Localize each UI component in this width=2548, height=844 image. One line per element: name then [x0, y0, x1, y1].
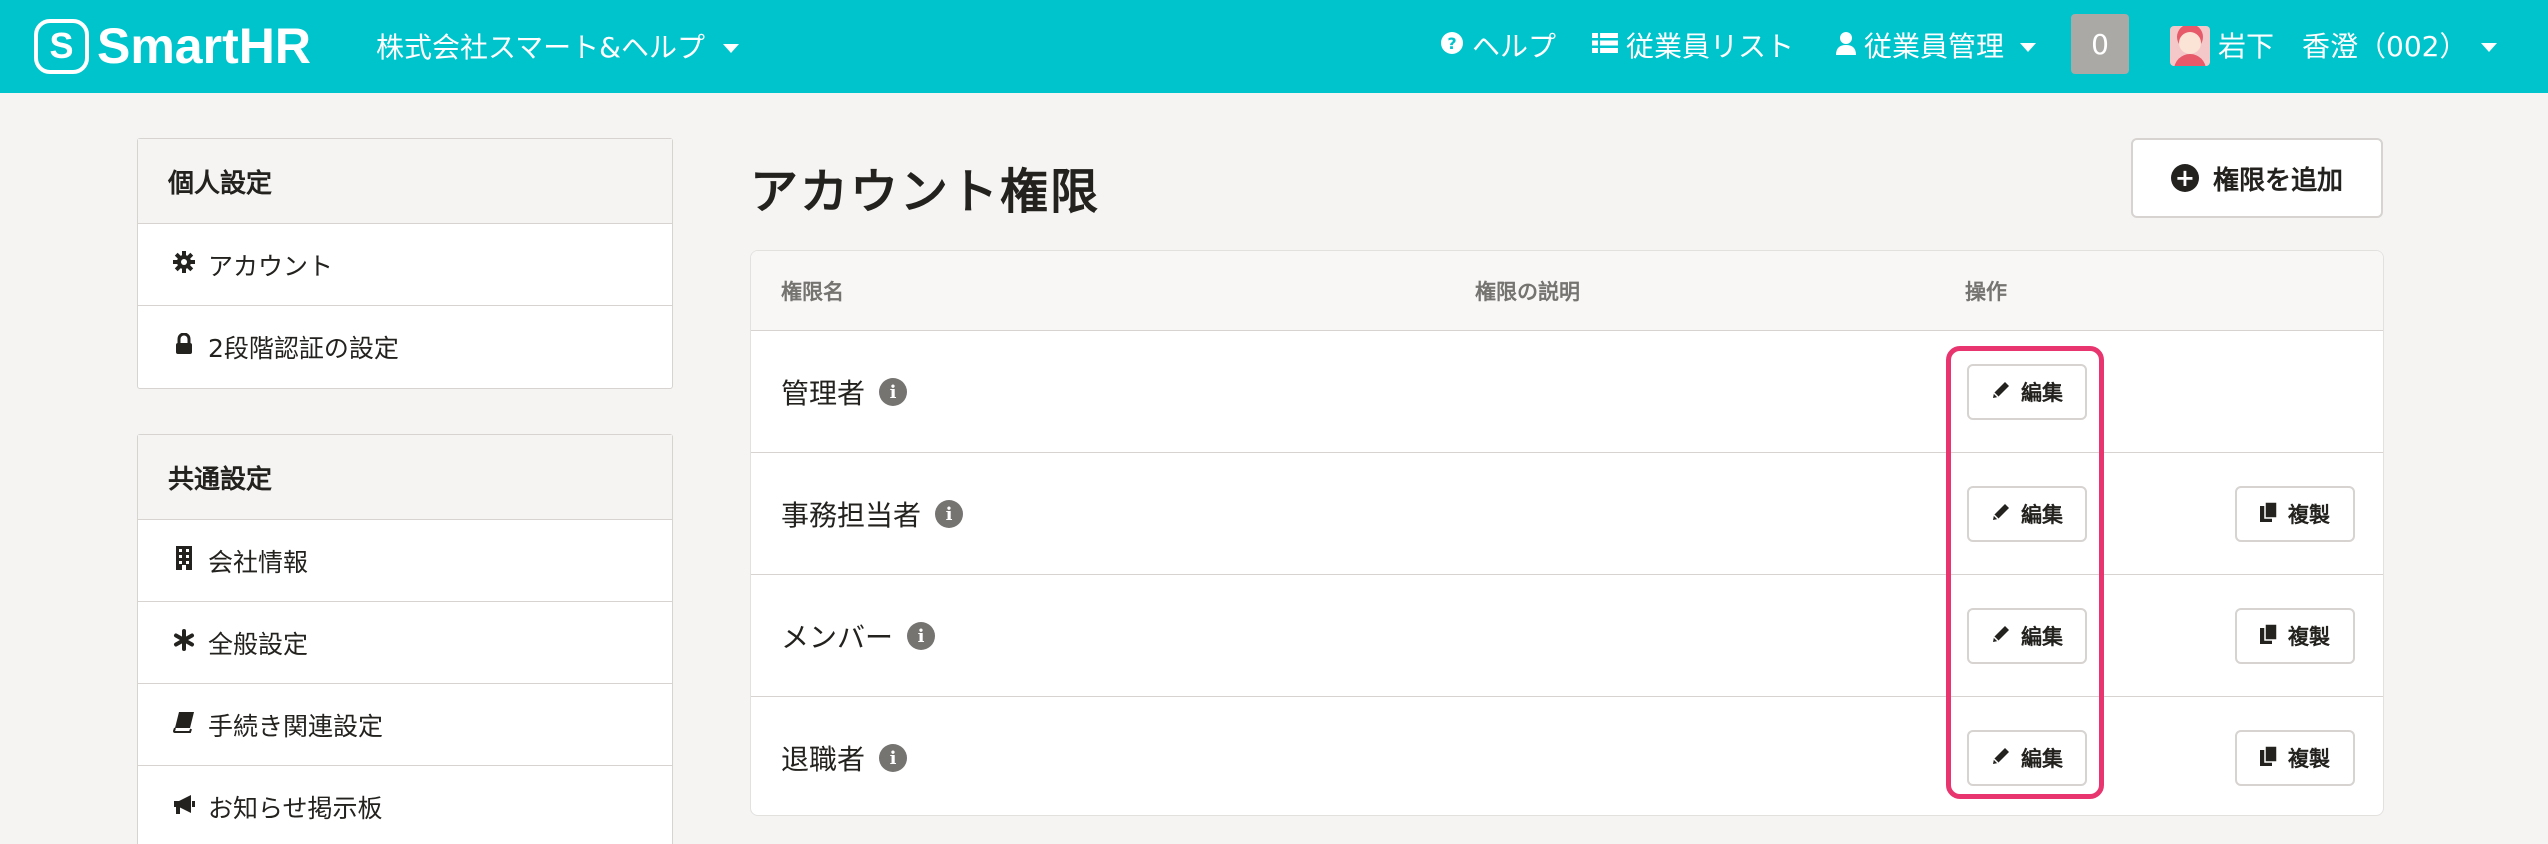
role-name: メンバー: [781, 621, 894, 654]
edit-button[interactable]: 編集: [1967, 730, 2087, 786]
sidebar-item-label: 全般設定: [208, 629, 309, 659]
page-title: アカウント権限: [750, 164, 1101, 220]
personal-settings-panel: 個人設定 アカウント 2段階認証の設定: [137, 138, 673, 389]
pencil-icon: [1991, 746, 2011, 771]
column-header-description: 権限の説明: [1475, 280, 1580, 304]
role-name: 退職者: [781, 743, 866, 776]
edit-button[interactable]: 編集: [1967, 608, 2087, 664]
employee-manage-menu[interactable]: 従業員管理: [1836, 24, 2037, 66]
chevron-down-icon: [2020, 42, 2037, 52]
pencil-icon: [1991, 624, 2011, 649]
copy-label: 複製: [2288, 503, 2330, 527]
sidebar-item-account[interactable]: アカウント: [138, 224, 672, 306]
top-header: SmartHR 株式会社スマート&ヘルプ ? ヘルプ 従業員リスト 従業員管理 …: [0, 0, 2548, 93]
copy-label: 複製: [2288, 747, 2330, 771]
company-name: 株式会社スマート&ヘルプ: [376, 31, 705, 64]
smarthr-logo[interactable]: SmartHR: [34, 18, 311, 74]
building-icon: [172, 545, 196, 576]
add-permission-label: 権限を追加: [2212, 165, 2343, 196]
chevron-down-icon: [2481, 42, 2498, 52]
question-circle-icon: ?: [1440, 31, 1464, 60]
info-icon[interactable]: i: [935, 500, 964, 528]
table-header: 権限名 権限の説明 操作: [751, 251, 2383, 331]
user-icon: [1836, 31, 1856, 60]
book-icon: [172, 711, 196, 739]
list-icon: [1592, 32, 1618, 59]
copy-icon: [2260, 622, 2278, 649]
help-label: ヘルプ: [1472, 30, 1557, 63]
edit-label: 編集: [2021, 503, 2063, 527]
role-name-cell: 事務担当者 i: [781, 453, 964, 575]
copy-label: 複製: [2288, 625, 2330, 649]
help-link[interactable]: ? ヘルプ: [1440, 24, 1556, 66]
info-icon[interactable]: i: [879, 378, 908, 406]
info-icon[interactable]: i: [907, 622, 936, 650]
table-row: 管理者 i 編集: [751, 331, 2383, 453]
info-icon[interactable]: i: [879, 744, 908, 772]
user-name: 岩下 香澄（002）: [2218, 30, 2468, 63]
copy-button[interactable]: 複製: [2235, 730, 2355, 786]
logo-mark-icon: [34, 18, 89, 74]
pencil-icon: [1991, 502, 2011, 527]
sidebar-item-general-settings[interactable]: 全般設定: [138, 602, 672, 684]
sidebar-item-label: アカウント: [208, 251, 334, 281]
sidebar-item-company-info[interactable]: 会社情報: [138, 520, 672, 602]
role-name: 管理者: [781, 377, 866, 410]
lock-icon: [172, 332, 196, 361]
common-settings-panel: 共通設定 会社情報 全般設定 手続き関連設定 お知らせ掲示板: [137, 434, 673, 844]
svg-text:?: ?: [1447, 34, 1456, 53]
sidebar-item-procedure-settings[interactable]: 手続き関連設定: [138, 684, 672, 766]
sidebar-item-label: 手続き関連設定: [208, 711, 384, 741]
personal-settings-title: 個人設定: [138, 139, 672, 224]
megaphone-icon: [172, 793, 196, 821]
column-header-actions: 操作: [1965, 280, 2007, 304]
employee-list-label: 従業員リスト: [1626, 30, 1795, 63]
pencil-icon: [1991, 380, 2011, 405]
table-row: 退職者 i 編集 複製: [751, 697, 2383, 815]
add-permission-button[interactable]: + 権限を追加: [2131, 138, 2383, 218]
asterisk-icon: [172, 628, 196, 657]
common-settings-title: 共通設定: [138, 435, 672, 520]
permissions-table: 権限名 権限の説明 操作 管理者 i 編集 事務担当者 i 編集 複製 メンバー…: [750, 250, 2384, 816]
copy-icon: [2260, 744, 2278, 771]
notification-badge[interactable]: 0: [2071, 14, 2129, 74]
chevron-down-icon: [723, 43, 739, 53]
edit-label: 編集: [2021, 381, 2063, 405]
table-row: 事務担当者 i 編集 複製: [751, 453, 2383, 575]
copy-icon: [2260, 500, 2278, 527]
company-switcher[interactable]: 株式会社スマート&ヘルプ: [376, 26, 739, 66]
role-name: 事務担当者: [781, 499, 922, 532]
table-row: メンバー i 編集 複製: [751, 575, 2383, 697]
sidebar-item-label: お知らせ掲示板: [208, 794, 383, 823]
sidebar-item-bulletin-board[interactable]: お知らせ掲示板: [138, 766, 672, 844]
role-name-cell: メンバー i: [781, 575, 936, 697]
copy-button[interactable]: 複製: [2235, 608, 2355, 664]
sidebar-item-label: 会社情報: [208, 547, 309, 577]
edit-label: 編集: [2021, 747, 2063, 771]
edit-button[interactable]: 編集: [1967, 364, 2087, 420]
copy-button[interactable]: 複製: [2235, 486, 2355, 542]
edit-label: 編集: [2021, 625, 2063, 649]
sidebar-item-two-factor[interactable]: 2段階認証の設定: [138, 306, 672, 388]
sidebar-item-label: 2段階認証の設定: [208, 334, 399, 363]
user-menu[interactable]: 岩下 香澄（002）: [2218, 24, 2498, 66]
employee-manage-label: 従業員管理: [1864, 30, 2005, 63]
edit-button[interactable]: 編集: [1967, 486, 2087, 542]
avatar[interactable]: [2170, 26, 2210, 66]
role-name-cell: 管理者 i: [781, 331, 908, 453]
role-name-cell: 退職者 i: [781, 697, 908, 815]
gear-icon: [172, 250, 196, 279]
employee-list-link[interactable]: 従業員リスト: [1592, 24, 1794, 66]
logo-text: SmartHR: [97, 18, 311, 74]
plus-circle-icon: +: [2170, 164, 2199, 192]
column-header-name: 権限名: [781, 280, 844, 304]
